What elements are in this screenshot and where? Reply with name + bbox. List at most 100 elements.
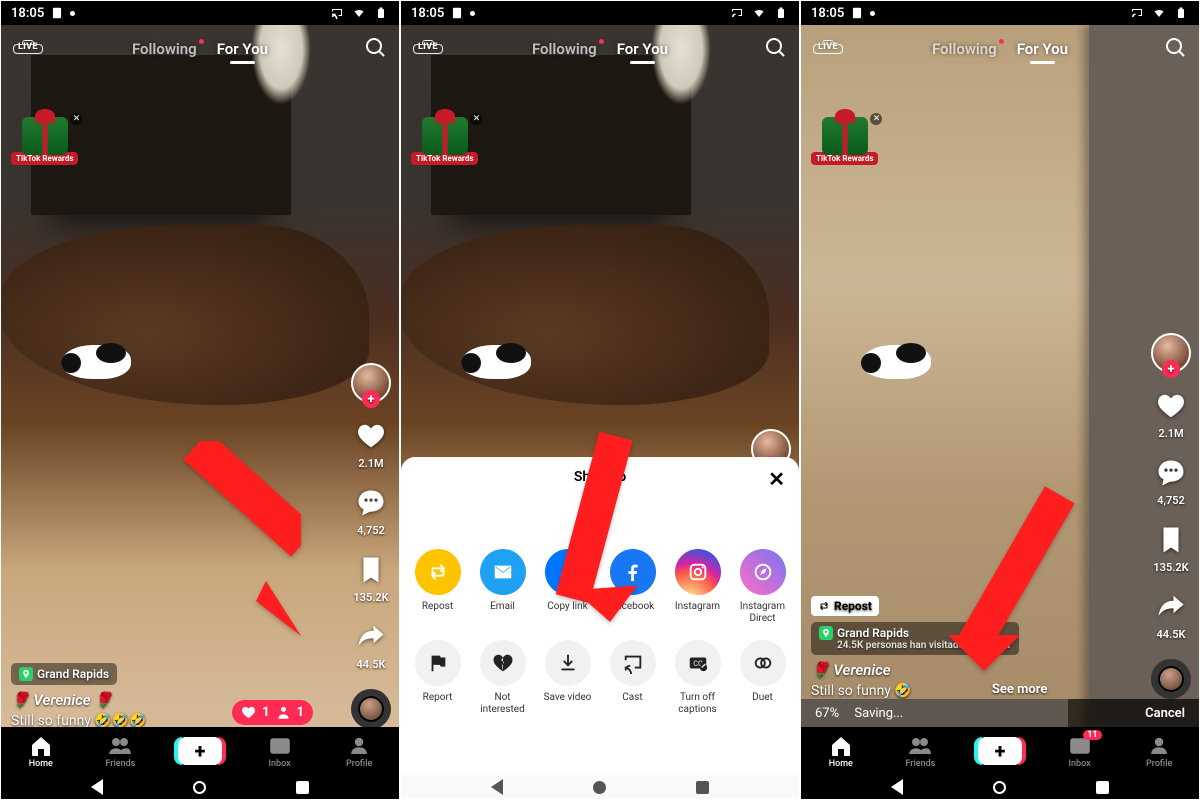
tab-inbox[interactable]: Inbox xyxy=(250,734,310,769)
saving-progress-bar: 67% Saving... Cancel xyxy=(801,699,1199,727)
action-cast[interactable]: Cast xyxy=(602,640,663,715)
nav-back[interactable] xyxy=(891,779,903,795)
author-avatar[interactable]: + xyxy=(1151,333,1191,373)
unread-dot-icon xyxy=(599,39,604,44)
share-instagram[interactable]: Instagram xyxy=(667,549,728,624)
bookmark-button[interactable]: 135.2K xyxy=(353,555,388,604)
feed-tabs: Following For You xyxy=(401,40,799,58)
tab-following[interactable]: Following xyxy=(532,40,597,58)
comment-button[interactable]: 4,752 xyxy=(356,488,386,537)
caption[interactable]: Still so funny 🤣 xyxy=(811,683,912,699)
follow-plus-icon[interactable]: + xyxy=(1162,360,1180,378)
video-meta: Repost Grand Rapids 24.5K personas han v… xyxy=(811,596,1127,699)
statusbar: 18:05 xyxy=(1,1,399,25)
nav-back[interactable] xyxy=(491,779,503,795)
action-save-video[interactable]: Save video xyxy=(537,640,598,715)
tiktok-rewards-badge[interactable]: ✕ TikTok Rewards xyxy=(811,117,878,165)
see-more-button[interactable]: See more xyxy=(992,682,1048,697)
tab-friends[interactable]: Friends xyxy=(890,734,950,769)
close-icon[interactable]: ✕ xyxy=(768,467,785,491)
repost-chip[interactable]: Repost xyxy=(811,596,879,616)
share-copylink[interactable]: Copy link xyxy=(537,549,598,624)
cancel-button[interactable]: Cancel xyxy=(1145,706,1185,721)
download-icon xyxy=(545,640,591,686)
share-facebook[interactable]: Facebook xyxy=(602,549,663,624)
like-button[interactable]: 2.1M xyxy=(356,421,386,470)
tab-create[interactable]: + xyxy=(170,737,230,765)
share-instagram-direct[interactable]: Instagram Direct xyxy=(732,549,793,624)
tab-home[interactable]: Home xyxy=(11,734,71,769)
status-notif-icon xyxy=(850,6,864,20)
cast-icon xyxy=(329,7,345,19)
bottom-tabs: Home Friends + Inbox Profile xyxy=(1,727,399,775)
share-row-apps: Repost Email Copy link Facebook Instagra… xyxy=(401,541,799,632)
nav-recent[interactable] xyxy=(1096,781,1109,794)
android-navbar xyxy=(801,775,1199,799)
location-chip[interactable]: Grand Rapids xyxy=(11,663,117,685)
sound-disc[interactable] xyxy=(1151,659,1191,699)
action-captions-off[interactable]: CCTurn off captions xyxy=(667,640,728,715)
screenshot-1: 18:05 LIVE Following For You ✕ TikTok Re… xyxy=(0,0,400,800)
tab-foryou[interactable]: For You xyxy=(1017,40,1068,58)
author-name[interactable]: 🌹 Verenice 🌹 xyxy=(11,691,327,709)
gift-icon xyxy=(422,117,468,155)
action-not-interested[interactable]: Not interested xyxy=(472,640,533,715)
share-button[interactable]: 44.5K xyxy=(1156,592,1186,641)
status-time: 18:05 xyxy=(811,6,844,21)
statusbar: 18:05 xyxy=(801,1,1199,25)
nav-home[interactable] xyxy=(193,781,206,794)
battery-icon xyxy=(373,7,389,19)
location-chip[interactable]: Grand Rapids 24.5K personas han visitado… xyxy=(811,622,1019,655)
bookmark-button[interactable]: 135.2K xyxy=(1153,525,1188,574)
flag-icon xyxy=(415,640,461,686)
tab-following[interactable]: Following xyxy=(132,40,197,58)
tab-friends[interactable]: Friends xyxy=(90,734,150,769)
nav-recent[interactable] xyxy=(296,781,309,794)
nav-back[interactable] xyxy=(91,779,103,795)
share-email[interactable]: Email xyxy=(472,549,533,624)
share-button[interactable]: 44.5K xyxy=(356,622,386,671)
tab-create[interactable]: + xyxy=(970,737,1030,765)
link-icon xyxy=(545,549,591,595)
tab-foryou[interactable]: For You xyxy=(617,40,668,58)
tab-profile[interactable]: Profile xyxy=(1129,734,1189,769)
tab-profile[interactable]: Profile xyxy=(329,734,389,769)
status-notif-icon xyxy=(50,6,64,20)
cast-icon xyxy=(729,7,745,19)
pin-icon xyxy=(19,667,33,681)
nav-home[interactable] xyxy=(593,781,606,794)
plus-icon: + xyxy=(195,741,206,761)
sound-disc[interactable] xyxy=(351,689,391,729)
cast-icon xyxy=(610,640,656,686)
bottom-tabs: Home Friends + 11Inbox Profile xyxy=(801,727,1199,775)
captions-off-icon: CC xyxy=(675,640,721,686)
author-name[interactable]: 🌹 Verenice xyxy=(811,661,1127,679)
like-button[interactable]: 2.1M xyxy=(1156,391,1186,440)
unread-dot-icon xyxy=(999,39,1004,44)
android-navbar xyxy=(1,775,399,799)
progress-fill xyxy=(801,699,1068,727)
instagram-icon xyxy=(675,549,721,595)
wifi-icon xyxy=(1151,7,1167,19)
tab-following[interactable]: Following xyxy=(932,40,997,58)
unread-dot-icon xyxy=(199,39,204,44)
tab-home[interactable]: Home xyxy=(811,734,871,769)
tab-inbox[interactable]: 11Inbox xyxy=(1050,734,1110,769)
action-report[interactable]: Report xyxy=(407,640,468,715)
nav-home[interactable] xyxy=(993,781,1006,794)
tiktok-rewards-badge[interactable]: ✕ TikTok Rewards xyxy=(11,117,78,165)
battery-icon xyxy=(1173,7,1189,19)
tab-foryou[interactable]: For You xyxy=(217,40,268,58)
share-repost[interactable]: Repost xyxy=(407,549,468,624)
action-duet[interactable]: Duet xyxy=(732,640,793,715)
nav-recent[interactable] xyxy=(696,781,709,794)
status-time: 18:05 xyxy=(11,6,44,21)
comment-button[interactable]: 4,752 xyxy=(1156,458,1186,507)
follow-plus-icon[interactable]: + xyxy=(362,390,380,408)
pin-icon xyxy=(819,626,833,640)
plus-icon: + xyxy=(995,741,1006,761)
status-dot-icon xyxy=(470,11,475,16)
author-avatar[interactable]: + xyxy=(351,363,391,403)
gift-icon xyxy=(22,117,68,155)
tiktok-rewards-badge[interactable]: ✕ TikTok Rewards xyxy=(411,117,478,165)
